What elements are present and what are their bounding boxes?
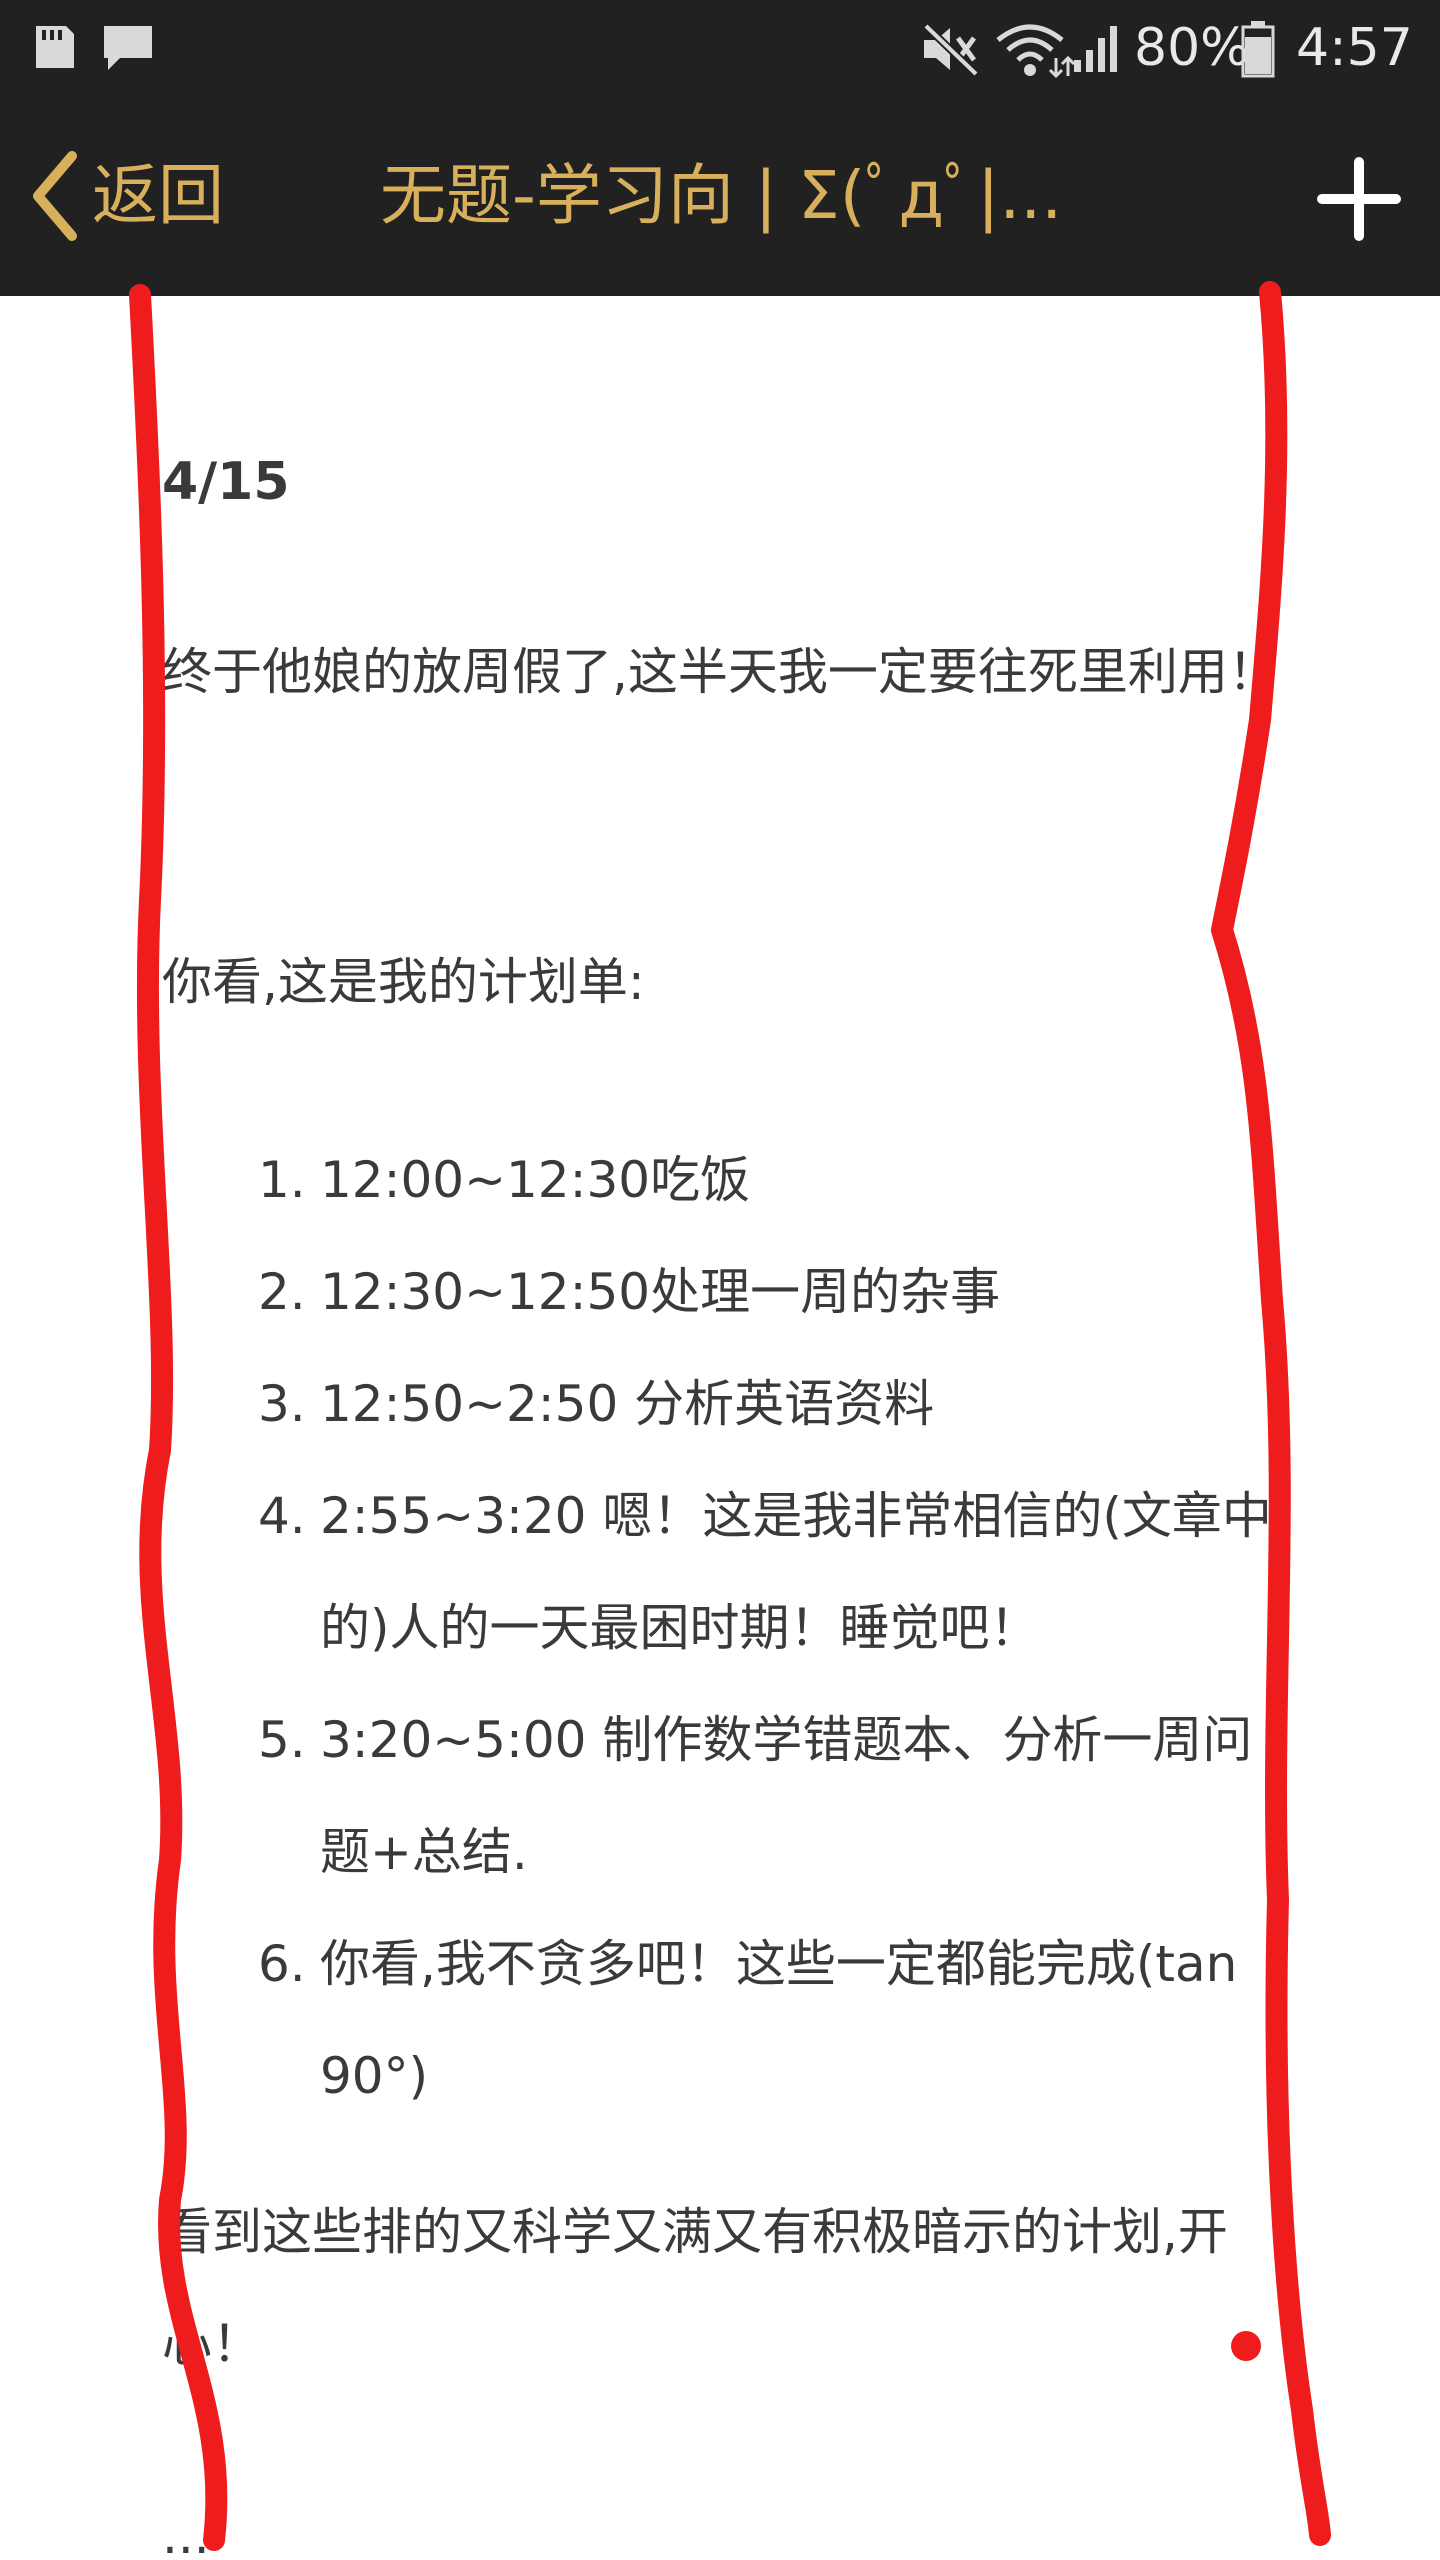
status-bar: 80% 4:57 (0, 0, 1440, 96)
article-content: 周务！我能行！ 4/15 终于他娘的放周假了,这半天我一定要往死里利用！ 你看,… (0, 296, 1440, 2560)
list-item: 3. 12:50~2:50 分析英语资料 (258, 1348, 1282, 1460)
list-item-text: 你看,我不贪多吧！这些一定都能完成(tan 90°) (320, 1935, 1238, 2105)
list-number: 5. (258, 1711, 306, 1769)
add-button[interactable] (1314, 154, 1404, 244)
battery-percent: 80% (1134, 18, 1250, 78)
plan-list: 1. 12:00~12:30吃饭 2. 12:30~12:50处理一周的杂事 3… (258, 1124, 1282, 2132)
back-button[interactable]: 返回 (28, 146, 224, 246)
chevron-left-icon (33, 151, 77, 241)
list-item: 2. 12:30~12:50处理一周的杂事 (258, 1236, 1282, 1348)
list-number: 4. (258, 1487, 306, 1545)
message-icon (104, 26, 152, 70)
list-item: 4. 2:55~3:20 嗯！这是我非常相信的(文章中的)人的一天最困时期！睡觉… (258, 1460, 1282, 1684)
list-number: 3. (258, 1375, 306, 1433)
ellipsis-text: ... (162, 2507, 210, 2560)
list-item-text: 12:50~2:50 分析英语资料 (320, 1375, 935, 1433)
sd-card-icon (36, 26, 74, 68)
list-item-text: 12:00~12:30吃饭 (320, 1151, 751, 1209)
back-label: 返回 (92, 157, 224, 234)
plus-icon (1317, 157, 1401, 241)
signal-icon (1074, 26, 1117, 72)
list-number: 1. (258, 1151, 306, 1209)
wifi-icon (996, 24, 1074, 79)
navigation-bar: 返回 无题-学习向 | Σ(ﾟдﾟ|... (0, 96, 1440, 296)
page-title: 无题-学习向 | Σ(ﾟдﾟ|... (380, 157, 1063, 234)
paragraph: 终于他娘的放周假了,这半天我一定要往死里利用！ (162, 643, 1278, 701)
partial-paragraph: 周务！我能行！ (162, 296, 1282, 326)
list-item-text: 3:20~5:00 制作数学错题本、分析一周问题+总结. (320, 1711, 1253, 1881)
list-item: 5. 3:20~5:00 制作数学错题本、分析一周问题+总结. (258, 1684, 1282, 1908)
paragraph: 你看,这是我的计划单: (162, 953, 645, 1011)
list-item-text: 12:30~12:50处理一周的杂事 (320, 1263, 1001, 1321)
list-number: 6. (258, 1935, 306, 1993)
date-heading: 4/15 (162, 452, 290, 512)
list-number: 2. (258, 1263, 306, 1321)
list-item: 6. 你看,我不贪多吧！这些一定都能完成(tan 90°) (258, 1908, 1282, 2132)
mute-icon (923, 23, 979, 77)
list-item: 1. 12:00~12:30吃饭 (258, 1124, 1282, 1236)
list-item-text: 2:55~3:20 嗯！这是我非常相信的(文章中的)人的一天最困时期！睡觉吧！ (320, 1487, 1272, 1657)
clock: 4:57 (1296, 18, 1413, 78)
battery-icon (1241, 21, 1275, 78)
paragraph: 看到这些排的又科学又满又有积极暗示的计划,开心！ (162, 2203, 1228, 2373)
